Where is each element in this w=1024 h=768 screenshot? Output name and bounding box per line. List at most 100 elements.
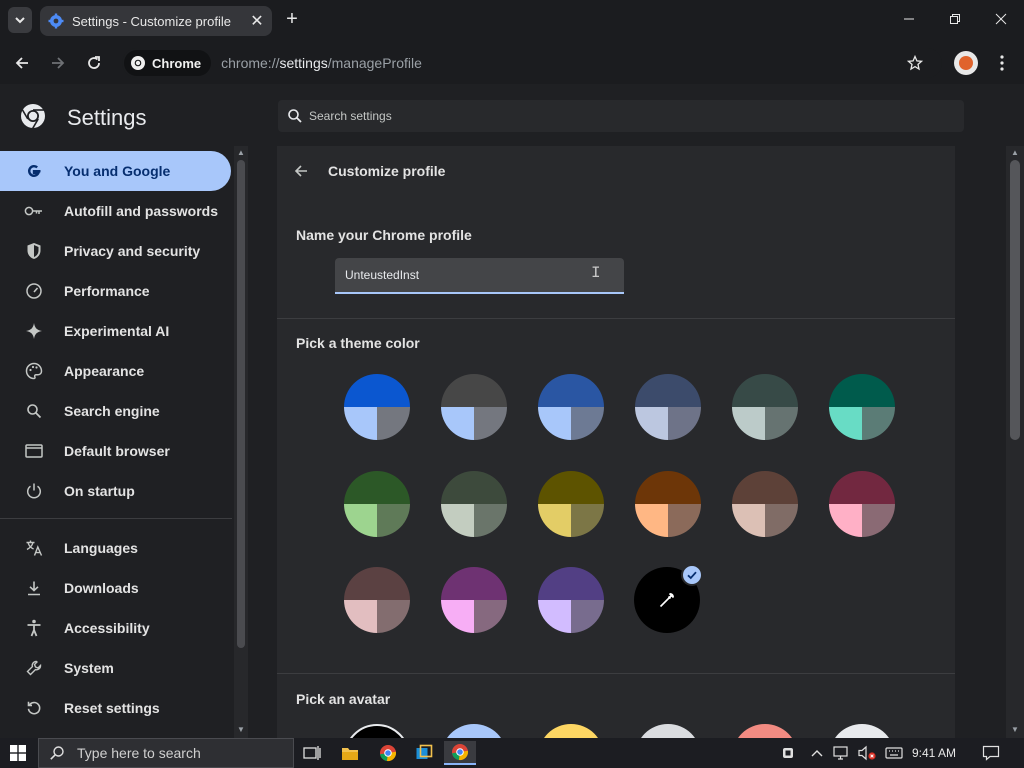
swatch-segment	[571, 600, 604, 633]
reload-button[interactable]	[81, 50, 107, 76]
theme-color-swatch[interactable]	[635, 374, 701, 440]
browser-toolbar: Chrome chrome://settings/manageProfile	[0, 42, 1024, 84]
chrome-logo-icon	[131, 56, 145, 70]
theme-color-swatch[interactable]	[538, 567, 604, 633]
name-section-label: Name your Chrome profile	[296, 227, 472, 243]
profile-name-input[interactable]	[345, 268, 605, 282]
bookmark-button[interactable]	[904, 52, 926, 74]
tab-search-button[interactable]	[8, 7, 32, 33]
task-view-icon	[303, 746, 321, 760]
theme-color-swatch[interactable]	[538, 471, 604, 537]
sidebar-item-system[interactable]: System	[0, 648, 231, 688]
sidebar-item-default-browser[interactable]: Default browser	[0, 431, 231, 471]
avatar-option[interactable]	[635, 724, 701, 738]
scroll-up-arrow-icon[interactable]: ▲	[237, 149, 245, 157]
avatar-option[interactable]	[732, 724, 798, 738]
sidebar-item-performance[interactable]: Performance	[0, 271, 231, 311]
sidebar-item-label: On startup	[64, 483, 135, 499]
theme-color-swatch[interactable]	[441, 471, 507, 537]
active-tab[interactable]: Settings - Customize profile ✕	[40, 6, 272, 36]
main-scrollbar[interactable]: ▲ ▼	[1006, 146, 1024, 738]
sidebar-item-appearance[interactable]: Appearance	[0, 351, 231, 391]
taskbar-search-placeholder: Type here to search	[77, 745, 201, 761]
theme-color-swatch[interactable]	[732, 374, 798, 440]
sidebar-item-privacy[interactable]: Privacy and security	[0, 231, 231, 271]
swatch-segment	[344, 600, 377, 633]
forward-button[interactable]	[45, 50, 71, 76]
chrome-taskbar-button[interactable]	[372, 741, 404, 765]
search-icon	[24, 401, 44, 421]
theme-color-swatch[interactable]	[441, 567, 507, 633]
search-input[interactable]	[309, 109, 909, 123]
avatar-option[interactable]	[829, 724, 895, 738]
tray-app-icon[interactable]	[780, 744, 796, 762]
avatar-option[interactable]	[344, 724, 410, 738]
theme-color-swatch[interactable]	[344, 471, 410, 537]
scroll-down-arrow-icon[interactable]: ▼	[1010, 726, 1020, 734]
sidebar-item-autofill[interactable]: Autofill and passwords	[0, 191, 231, 231]
theme-color-swatch[interactable]	[344, 374, 410, 440]
network-icon[interactable]	[832, 744, 852, 762]
sidebar-divider	[0, 518, 232, 519]
taskbar-search[interactable]: Type here to search	[38, 738, 294, 768]
swatch-segment	[765, 504, 798, 537]
close-window-button[interactable]	[978, 0, 1024, 38]
swatch-segment	[668, 504, 701, 537]
restore-icon	[950, 14, 960, 24]
windows-start-icon[interactable]	[10, 745, 26, 761]
profile-name-field[interactable]: I	[335, 258, 624, 294]
theme-section-label: Pick a theme color	[296, 335, 420, 351]
profile-avatar-button[interactable]	[954, 51, 978, 75]
sidebar-item-reset-settings[interactable]: Reset settings	[0, 688, 231, 728]
address-bar[interactable]: Chrome chrome://settings/manageProfile	[122, 48, 942, 78]
theme-color-swatch[interactable]	[732, 471, 798, 537]
notification-icon[interactable]	[980, 744, 1002, 762]
restore-button[interactable]	[932, 0, 978, 38]
chrome-menu-button[interactable]	[992, 52, 1012, 74]
theme-color-swatch[interactable]	[829, 374, 895, 440]
section-divider	[277, 318, 955, 319]
theme-color-swatch[interactable]	[441, 374, 507, 440]
swatch-segment	[377, 600, 410, 633]
file-explorer-button[interactable]	[334, 741, 366, 765]
sidebar-item-you-and-google[interactable]: You and Google	[0, 151, 231, 191]
avatar-option[interactable]	[441, 724, 507, 738]
chrome-active-taskbar-button[interactable]	[444, 741, 476, 765]
volume-muted-icon[interactable]	[856, 744, 878, 762]
sidebar-item-downloads[interactable]: Downloads	[0, 568, 231, 608]
sidebar-item-search-engine[interactable]: Search engine	[0, 391, 231, 431]
scroll-down-arrow-icon[interactable]: ▼	[237, 726, 245, 734]
sidebar-scroll-thumb[interactable]	[237, 160, 245, 648]
chevron-up-icon[interactable]	[808, 744, 826, 762]
url-text: chrome://settings/manageProfile	[221, 55, 422, 71]
sidebar-item-experimental-ai[interactable]: Experimental AI	[0, 311, 231, 351]
avatar-option[interactable]	[538, 724, 604, 738]
sidebar-item-languages[interactable]: Languages	[0, 528, 231, 568]
scroll-up-arrow-icon[interactable]: ▲	[1010, 149, 1020, 157]
theme-color-swatch[interactable]	[635, 471, 701, 537]
sidebar-item-on-startup[interactable]: On startup	[0, 471, 231, 511]
reload-icon	[88, 56, 100, 69]
task-view-button[interactable]	[296, 741, 328, 765]
app-taskbar-button[interactable]	[408, 741, 440, 765]
chrome-chip[interactable]: Chrome	[124, 50, 212, 76]
theme-color-swatch[interactable]	[344, 567, 410, 633]
main-scroll-thumb[interactable]	[1010, 160, 1020, 440]
settings-search[interactable]	[278, 100, 964, 132]
back-button[interactable]	[9, 50, 35, 76]
page-title: Settings	[67, 105, 147, 130]
url-scheme: chrome://	[221, 55, 280, 71]
swatch-segment	[344, 567, 410, 600]
browser-window-icon	[24, 441, 44, 461]
taskbar-clock[interactable]: 9:41 AM	[912, 746, 956, 760]
new-tab-button[interactable]: +	[282, 9, 302, 31]
minimize-button[interactable]	[886, 0, 932, 38]
theme-color-swatch[interactable]	[829, 471, 895, 537]
sidebar-item-accessibility[interactable]: Accessibility	[0, 608, 231, 648]
close-tab-icon[interactable]: ✕	[248, 12, 266, 30]
keyboard-icon[interactable]	[884, 744, 904, 762]
sidebar-scrollbar[interactable]: ▲ ▼	[234, 146, 248, 738]
back-arrow-button[interactable]	[291, 161, 311, 181]
theme-color-swatch[interactable]	[538, 374, 604, 440]
swatch-segment	[441, 504, 474, 537]
